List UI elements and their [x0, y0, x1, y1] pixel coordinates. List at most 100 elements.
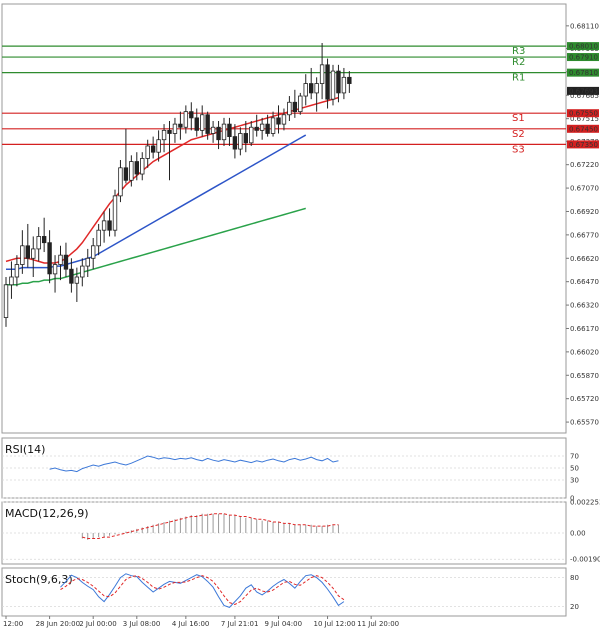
candle-body — [330, 70, 336, 100]
level-price-label: 0.67550 — [569, 110, 598, 118]
price-tick-label: 0.66170 — [570, 325, 599, 333]
indicator-name-label: RSI(14) — [5, 443, 45, 456]
candle-body — [41, 236, 47, 244]
candle-body — [194, 117, 199, 131]
candle-body — [210, 126, 216, 134]
candle-body — [118, 167, 123, 197]
price-tick-label: 0.67070 — [570, 185, 599, 193]
candle-body — [63, 254, 69, 270]
candle-body — [91, 245, 96, 259]
price-tick-label: 0.66470 — [570, 278, 599, 286]
candle-body — [145, 145, 150, 159]
indicator-tick-label: 70 — [570, 453, 579, 461]
candle-body — [238, 133, 243, 150]
price-tick-label: 0.65570 — [570, 419, 599, 427]
candle-body — [183, 111, 189, 128]
level-price-label: 0.68010 — [569, 43, 598, 51]
candle-body — [96, 229, 101, 247]
candle-body — [199, 114, 205, 131]
candle-body — [58, 254, 63, 265]
candle-body — [178, 123, 183, 128]
price-chart-svg: 0.681100.679650.678150.676650.675150.673… — [1, 3, 600, 628]
price-tick-label: 0.68110 — [570, 22, 599, 30]
candle-body — [161, 129, 167, 141]
candle-body — [216, 126, 221, 141]
candle-body — [80, 265, 85, 278]
level-label-r1: R1 — [512, 73, 525, 84]
candle-body — [112, 195, 118, 231]
candle-body — [221, 123, 227, 141]
candle-body — [347, 76, 352, 84]
level-label-s3: S3 — [512, 144, 525, 155]
level-label-r2: R2 — [512, 57, 525, 68]
time-tick-label: 28 Jun 20:00 — [36, 620, 80, 628]
candle-body — [276, 117, 281, 125]
candle-body — [259, 123, 265, 131]
candle-body — [341, 76, 347, 94]
indicator-tick-label: -0.001907 — [570, 556, 600, 564]
indicator-tick-label: 50 — [570, 465, 579, 473]
candle-body — [336, 70, 341, 94]
indicator-tick-label: 0.00 — [570, 530, 586, 538]
time-tick-label: 10 Jul 12:00 — [314, 620, 356, 628]
candle-body — [292, 101, 298, 113]
candle-body — [25, 245, 30, 259]
candle-body — [156, 139, 161, 153]
chart-container: 0.681100.679650.678150.676650.675150.673… — [0, 0, 600, 631]
level-label-r3: R3 — [512, 46, 525, 57]
candle-body — [134, 161, 139, 175]
price-tick-label: 0.66920 — [570, 208, 599, 216]
candle-body — [85, 257, 90, 267]
candle-body — [172, 123, 178, 134]
main-pane-frame — [1, 3, 567, 434]
candle-body — [47, 242, 52, 275]
candle-body — [232, 136, 238, 150]
candle-body — [101, 220, 107, 231]
indicator-pane-frame — [1, 567, 567, 617]
price-tick-label: 0.66320 — [570, 302, 599, 310]
level-price-label: 0.67450 — [569, 125, 598, 133]
candle-body — [227, 123, 232, 138]
price-tick-label: 0.65870 — [570, 372, 599, 380]
level-price-label: 0.67910 — [569, 54, 598, 62]
time-tick-label: 9 Jul 04:00 — [265, 620, 303, 628]
price-tick-label: 0.65720 — [570, 395, 599, 403]
candle-body — [281, 114, 287, 125]
candle-body — [140, 158, 145, 175]
candle-body — [249, 126, 254, 144]
candle-body — [303, 83, 308, 97]
candle-body — [287, 101, 292, 116]
candle-body — [189, 111, 194, 119]
level-label-s1: S1 — [512, 113, 525, 124]
stoch-main-line — [60, 573, 345, 608]
time-tick-label: 7 Jul 21:01 — [221, 620, 259, 628]
price-tick-label: 0.67220 — [570, 161, 599, 169]
time-tick-label: 12:00 — [3, 620, 23, 628]
candle-body — [31, 248, 36, 259]
time-tick-label: 11 Jul 20:00 — [357, 620, 399, 628]
candle-body — [265, 123, 270, 134]
price-tick-label: 0.66020 — [570, 348, 599, 356]
candle-body — [243, 133, 248, 144]
candle-body — [298, 95, 303, 113]
candle-body — [3, 284, 9, 318]
candle-body — [205, 114, 210, 134]
candle-body — [107, 220, 112, 231]
candle-body — [36, 236, 41, 250]
candle-body — [325, 64, 330, 100]
indicator-name-label: Stoch(9,6,3) — [5, 573, 73, 586]
candle-body — [14, 264, 20, 278]
candle-body — [74, 276, 80, 284]
indicator-tick-label: 80 — [570, 574, 579, 582]
candle-body — [52, 264, 58, 275]
level-price-label: 0.67810 — [569, 69, 598, 77]
price-tick-label: 0.66770 — [570, 231, 599, 239]
candle-body — [150, 145, 156, 153]
candle-body — [319, 64, 325, 84]
level-price-label: 0.67350 — [569, 141, 598, 149]
time-tick-label: 3 Jul 08:00 — [123, 620, 161, 628]
candle-body — [20, 245, 25, 265]
candle-body — [167, 129, 172, 134]
ma-red-line — [5, 96, 339, 264]
candle-body — [129, 161, 134, 181]
